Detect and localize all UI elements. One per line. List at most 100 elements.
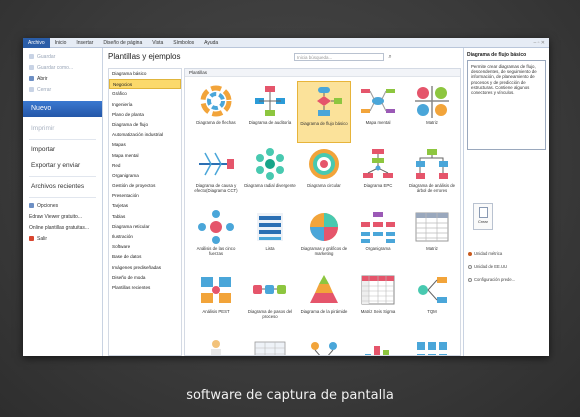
folder-icon <box>29 76 34 81</box>
tqm-icon <box>418 277 447 303</box>
grid-icon <box>417 342 447 355</box>
category-item[interactable]: Tablas <box>109 212 181 222</box>
create-button[interactable]: Crear <box>473 203 493 230</box>
menu-guardar[interactable]: Guardar <box>23 51 102 62</box>
category-item[interactable]: Base de datos <box>109 252 181 262</box>
menu-guardar-como[interactable]: Guardar como... <box>23 62 102 73</box>
template-tile[interactable]: Diagrama de pasos del proceso <box>243 270 297 332</box>
template-tile[interactable] <box>189 333 243 355</box>
exit-icon <box>29 236 34 241</box>
category-item[interactable]: Mapa mental <box>109 151 181 161</box>
option-metric[interactable]: Unidad métrica <box>468 251 502 256</box>
menu-exportar[interactable]: Exportar y enviar <box>23 158 102 174</box>
divider <box>29 139 96 140</box>
menu-online-templates[interactable]: Online plantillas gratuitas... <box>23 222 102 233</box>
circular-icon <box>309 149 339 179</box>
template-tile[interactable]: Diagramas y gráficos de marketing <box>297 207 351 269</box>
tab-vista[interactable]: Vista <box>147 38 168 48</box>
tab-diseno[interactable]: Diseño de página <box>98 38 147 48</box>
fishbone-icon <box>199 152 234 176</box>
template-label: Lista <box>265 246 275 251</box>
category-item[interactable]: Red <box>109 161 181 171</box>
six-sigma-icon <box>361 275 395 305</box>
template-tile[interactable]: Diagrama circular <box>297 144 351 206</box>
window-controls[interactable]: – ▫ ✕ <box>533 40 549 46</box>
app-screenshot: Archivo Inicio Insertar Diseño de página… <box>23 38 549 356</box>
marketing-icon <box>310 213 338 241</box>
document-icon <box>478 207 488 218</box>
five-forces-icon <box>198 210 234 244</box>
category-item[interactable]: Negocios <box>109 79 181 90</box>
template-tile[interactable]: Diagrama EPC <box>351 144 405 206</box>
menu-cerrar[interactable]: Cerrar <box>23 84 102 95</box>
menu-salir[interactable]: Salir <box>23 233 102 244</box>
category-item[interactable]: Mapas <box>109 140 181 150</box>
pest-icon <box>201 277 231 303</box>
menu-abrir[interactable]: Abrir <box>23 73 102 84</box>
table-icon <box>254 341 286 355</box>
template-tile[interactable]: Diagrama de auditoría <box>243 81 297 143</box>
tab-archivo[interactable]: Archivo <box>23 38 50 48</box>
org-chart-icon <box>361 212 395 243</box>
category-item[interactable]: Gestión de proyectos <box>109 181 181 191</box>
category-item[interactable]: Imágenes prediseñadas <box>109 263 181 273</box>
category-item[interactable]: Gráfico <box>109 89 181 99</box>
mind-map-icon <box>361 89 395 113</box>
template-tile[interactable]: Matriz Seis Sigma <box>351 270 405 332</box>
template-tile[interactable]: Lista <box>243 207 297 269</box>
search-icon[interactable]: ⌕ <box>386 53 394 61</box>
template-tile[interactable] <box>243 333 297 355</box>
template-tile[interactable]: TQM <box>405 270 459 332</box>
category-item[interactable]: Presentación <box>109 191 181 201</box>
epc-icon <box>363 149 393 178</box>
template-tile[interactable]: Análisis de las cinco fuerzas <box>189 207 243 269</box>
template-tile[interactable]: Diagrama de flechas <box>189 81 243 143</box>
menu-importar[interactable]: Importar <box>23 142 102 158</box>
tab-insertar[interactable]: Insertar <box>71 38 98 48</box>
menu-viewer[interactable]: Edraw Viewer gratuito... <box>23 211 102 222</box>
category-item[interactable]: Automatización industrial <box>109 130 181 140</box>
template-tile[interactable]: Análisis PEST <box>189 270 243 332</box>
option-us[interactable]: Unidad de EE.UU <box>468 264 507 269</box>
basic-flowchart-icon <box>317 87 342 116</box>
category-item[interactable]: Diagrama básico <box>109 69 181 79</box>
tab-ayuda[interactable]: Ayuda <box>199 38 223 48</box>
person-icon <box>211 340 221 355</box>
category-item[interactable]: Software <box>109 242 181 252</box>
backstage-menu: Guardar Guardar como... Abrir Cerrar Nue… <box>23 48 103 356</box>
template-tile[interactable]: Diagrama de flujo básico <box>297 81 351 143</box>
template-tile[interactable] <box>351 333 405 355</box>
template-tile[interactable]: Diagrama radial divergente <box>243 144 297 206</box>
category-item[interactable]: Ilustración <box>109 232 181 242</box>
category-item[interactable]: Diagrama reticular <box>109 222 181 232</box>
category-item[interactable]: Organigrama <box>109 171 181 181</box>
category-item[interactable]: Plantillas recientes <box>109 283 181 293</box>
option-default[interactable]: Configuración prede... <box>468 277 515 282</box>
template-tile[interactable]: Mapa mental <box>351 81 405 143</box>
divider <box>29 197 96 198</box>
category-item[interactable]: Tarjetas <box>109 201 181 211</box>
menu-opciones[interactable]: Opciones <box>23 200 102 211</box>
category-item[interactable]: Plano de planta <box>109 110 181 120</box>
template-tile[interactable]: Diagrama de la pirámide <box>297 270 351 332</box>
category-item[interactable]: Diagrama de flujo <box>109 120 181 130</box>
template-tile[interactable]: Diagrama de análisis de árbol de errores <box>405 144 459 206</box>
template-label: Diagrama de la pirámide <box>300 309 348 314</box>
template-tile[interactable]: Organigrama <box>351 207 405 269</box>
template-tile[interactable]: Matriz <box>405 81 459 143</box>
template-tile[interactable]: Matriz <box>405 207 459 269</box>
template-label: Mapa mental <box>365 120 391 125</box>
category-item[interactable]: Diseño de moda <box>109 273 181 283</box>
template-tile[interactable]: Diagrama de causa y efecto(Diagrama CCT) <box>189 144 243 206</box>
tab-inicio[interactable]: Inicio <box>50 38 72 48</box>
tab-simbolos[interactable]: Símbolos <box>168 38 199 48</box>
template-tile[interactable] <box>405 333 459 355</box>
search-input[interactable]: Inicia búsqueda... <box>294 53 384 61</box>
save-as-icon <box>29 65 34 70</box>
menu-imprimir[interactable]: Imprimir <box>23 121 102 137</box>
menu-nuevo[interactable]: Nuevo <box>23 101 102 117</box>
menu-recientes[interactable]: Archivos recientes <box>23 179 102 195</box>
template-tile[interactable] <box>297 333 351 355</box>
category-item[interactable]: Ingeniería <box>109 100 181 110</box>
ribbon-tabs: Archivo Inicio Insertar Diseño de página… <box>23 38 549 48</box>
